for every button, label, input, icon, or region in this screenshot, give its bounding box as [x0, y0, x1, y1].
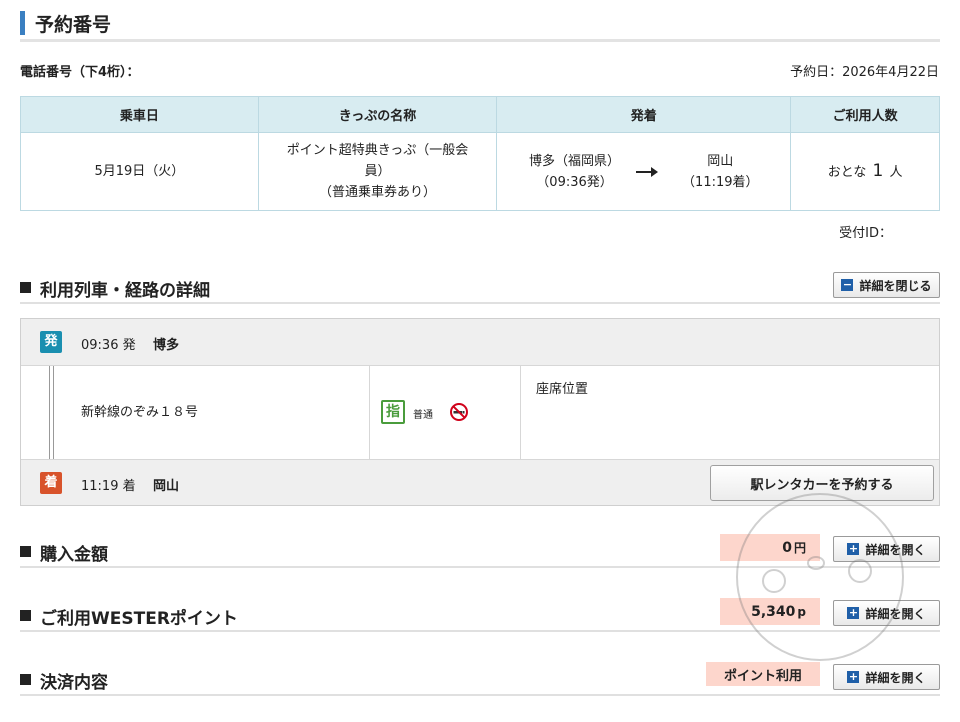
- from-station: 博多（福岡県）: [529, 153, 621, 169]
- ticket-name-line2: 員）: [364, 164, 391, 179]
- ticket-name-line1: ポイント超特典きっぷ（一般会: [286, 143, 469, 158]
- page-title: 予約番号: [20, 8, 940, 42]
- arrival-badge: 着: [40, 472, 62, 494]
- minus-icon: −: [841, 278, 854, 291]
- purchase-open-label: 詳細を開く: [865, 542, 926, 557]
- arrival-station: 岡山: [153, 479, 180, 494]
- divider: [369, 366, 370, 459]
- square-bullet-icon: [20, 282, 31, 293]
- ticket-summary-table: 乗車日 きっぷの名称 発着 ご利用人数 5月19日（火） ポイント超特典きっぷ（…: [20, 96, 940, 211]
- departure-badge: 発: [40, 331, 62, 353]
- purchase-amount: 0 円: [720, 534, 820, 561]
- points-amount-unit: p: [797, 604, 806, 619]
- reception-id: 受付ID：: [839, 226, 892, 241]
- watermark-mascot-icon: [736, 493, 904, 661]
- points-open-label: 詳細を開く: [865, 606, 926, 621]
- plus-icon: +: [847, 606, 860, 619]
- points-amount: 5,340 p: [720, 598, 820, 625]
- route-cell: 博多（福岡県） （09:36発） 岡山 （11:19着）: [496, 132, 792, 211]
- ticket-name: ポイント超特典きっぷ（一般会 員） （普通乗車券あり）: [257, 132, 498, 211]
- train-row: 新幹線のぞみ１８号 指 普通 座席位置: [21, 366, 939, 459]
- payment-section-title: 決済内容: [40, 673, 108, 693]
- passengers-count: 1: [872, 160, 884, 181]
- table-row: 5月19日（火） ポイント超特典きっぷ（一般会 員） （普通乗車券あり） 博多（…: [20, 132, 940, 211]
- departure-station: 博多: [153, 338, 180, 353]
- purchase-amount-unit: 円: [793, 541, 806, 555]
- route-from: 博多（福岡県） （09:36発）: [529, 151, 620, 193]
- phone-label: 電話番号（下4桁）：: [20, 65, 140, 80]
- payment-open-details-button[interactable]: + 詳細を開く: [833, 664, 940, 690]
- to-time: （11:19着）: [682, 174, 759, 190]
- train-name: 新幹線のぞみ１８号: [81, 405, 199, 420]
- arrival-row: 着 11:19 着 岡山 駅レンタカーを予約する: [21, 459, 939, 505]
- purchase-amount-value: 0: [782, 539, 792, 556]
- square-bullet-icon: [20, 546, 31, 557]
- route-to: 岡山 （11:19着）: [682, 151, 758, 193]
- passengers-prefix: おとな: [827, 164, 867, 180]
- route-section-title: 利用列車・経路の詳細: [40, 281, 210, 301]
- close-details-label: 詳細を閉じる: [859, 278, 932, 293]
- arrow-right-icon: [636, 166, 659, 177]
- route-section-header: 利用列車・経路の詳細: [20, 270, 940, 304]
- departure-row: 発 09:36 発 博多: [21, 319, 939, 366]
- booking-date: 予約日：2026年4月22日: [790, 65, 939, 80]
- points-open-details-button[interactable]: + 詳細を開く: [833, 600, 940, 626]
- purchase-open-details-button[interactable]: + 詳細を開く: [833, 536, 940, 562]
- page-title-text: 予約番号: [35, 14, 112, 36]
- header-ticket-name: きっぷの名称: [257, 96, 498, 133]
- header-ride-date: 乗車日: [20, 96, 259, 133]
- car-type: 普通: [413, 410, 433, 421]
- purchase-section-title: 購入金額: [40, 545, 108, 565]
- seat-position-label: 座席位置: [536, 382, 589, 397]
- header-passengers: ご利用人数: [790, 96, 940, 133]
- title-accent-bar: [20, 11, 25, 35]
- close-details-button[interactable]: − 詳細を閉じる: [833, 272, 940, 298]
- ride-date: 5月19日（火）: [20, 132, 259, 211]
- passengers: おとな 1 人: [790, 132, 940, 211]
- rental-car-button[interactable]: 駅レンタカーを予約する: [710, 465, 934, 501]
- square-bullet-icon: [20, 674, 31, 685]
- table-header-row: 乗車日 きっぷの名称 発着 ご利用人数: [20, 96, 940, 133]
- payment-method-label: ポイント利用: [706, 662, 820, 686]
- plus-icon: +: [847, 542, 860, 555]
- rail-line: [49, 366, 54, 459]
- points-amount-value: 5,340: [751, 603, 796, 620]
- divider: [520, 366, 521, 459]
- points-section-title: ご利用WESTERポイント: [40, 609, 238, 629]
- header-route: 発着: [496, 96, 792, 133]
- payment-open-label: 詳細を開く: [865, 670, 926, 685]
- passengers-suffix: 人: [889, 164, 903, 180]
- square-bullet-icon: [20, 610, 31, 621]
- reserved-seat-icon: 指: [381, 400, 405, 424]
- departure-time: 09:36 発: [81, 338, 136, 353]
- no-smoking-icon: [450, 403, 468, 421]
- from-time: （09:36発）: [536, 174, 613, 190]
- arrival-time: 11:19 着: [81, 479, 136, 494]
- to-station: 岡山: [707, 153, 734, 169]
- plus-icon: +: [847, 670, 860, 683]
- ticket-name-line3: （普通乗車券あり）: [319, 185, 437, 200]
- train-details-box: 発 09:36 発 博多 新幹線のぞみ１８号 指 普通 座席位置 着 11:19…: [20, 318, 940, 506]
